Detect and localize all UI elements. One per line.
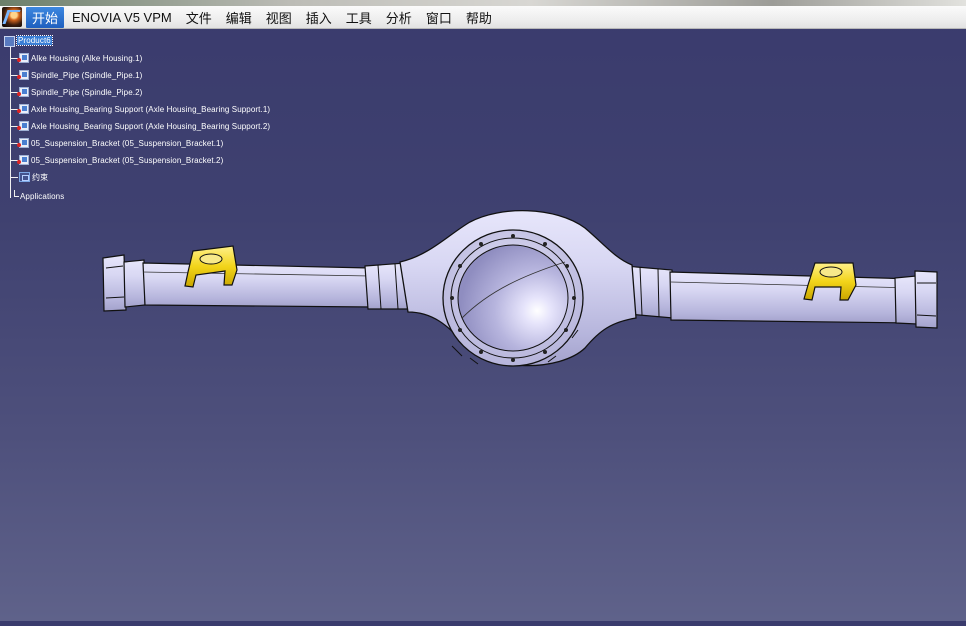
part-icon — [17, 121, 29, 131]
tree-applications-label[interactable]: Applications — [20, 192, 64, 201]
part-icon — [17, 70, 29, 80]
part-icon — [17, 87, 29, 97]
tree-node-part[interactable]: Axle Housing_Bearing Support (Axle Housi… — [6, 120, 270, 132]
tree-node-label[interactable]: Spindle_Pipe (Spindle_Pipe.1) — [31, 71, 142, 80]
menu-bar: 开始 ENOVIA V5 VPM 文件 编辑 视图 插入 工具 分析 窗口 帮助 — [0, 6, 966, 29]
tree-node-part[interactable]: Spindle_Pipe (Spindle_Pipe.1) — [6, 69, 142, 81]
right-spindle-pipe — [669, 271, 916, 324]
part-icon — [17, 138, 29, 148]
menu-tools[interactable]: 工具 — [340, 7, 378, 28]
tree-node-part[interactable]: Spindle_Pipe (Spindle_Pipe.2) — [6, 86, 142, 98]
axle-housing-center — [399, 210, 637, 367]
tree-node-label[interactable]: Axle Housing_Bearing Support (Axle Housi… — [31, 122, 270, 131]
menu-edit[interactable]: 编辑 — [220, 7, 258, 28]
menu-enovia[interactable]: ENOVIA V5 VPM — [66, 9, 178, 26]
tree-node-label[interactable]: Spindle_Pipe (Spindle_Pipe.2) — [31, 88, 142, 97]
part-icon — [17, 53, 29, 63]
menu-help[interactable]: 帮助 — [460, 7, 498, 28]
tree-node-label[interactable]: 05_Suspension_Bracket (05_Suspension_Bra… — [31, 139, 223, 148]
left-spindle-pipe — [142, 262, 373, 308]
tree-branch-corner — [14, 189, 19, 197]
tree-node-root[interactable]: Product6 — [4, 34, 53, 47]
menu-start[interactable]: 开始 — [26, 6, 65, 28]
tree-node-label[interactable]: 05_Suspension_Bracket (05_Suspension_Bra… — [31, 156, 223, 165]
part-icon — [17, 155, 29, 165]
tree-node-part[interactable]: 05_Suspension_Bracket (05_Suspension_Bra… — [6, 154, 223, 166]
tree-root-label[interactable]: Product6 — [16, 34, 53, 46]
menu-file[interactable]: 文件 — [180, 7, 218, 28]
catia-logo-icon[interactable] — [2, 7, 22, 27]
tree-node-label[interactable]: Alke Housing (Alke Housing.1) — [31, 54, 142, 63]
part-icon — [17, 104, 29, 114]
tree-node-part[interactable]: Axle Housing_Bearing Support (Axle Housi… — [6, 103, 270, 115]
tree-node-part[interactable]: 05_Suspension_Bracket (05_Suspension_Bra… — [6, 137, 223, 149]
tree-constraints-label[interactable]: 约束 — [32, 172, 48, 183]
menu-insert[interactable]: 插入 — [300, 7, 338, 28]
tree-node-constraints[interactable]: 约束 — [6, 171, 48, 183]
tree-node-label[interactable]: Axle Housing_Bearing Support (Axle Housi… — [31, 105, 270, 114]
right-end-flange — [894, 270, 938, 329]
left-end-flange — [102, 254, 146, 312]
menu-analyze[interactable]: 分析 — [380, 7, 418, 28]
tree-node-applications[interactable]: Applications — [14, 189, 64, 202]
product-icon — [4, 35, 15, 47]
menu-view[interactable]: 视图 — [260, 7, 298, 28]
tree-node-part[interactable]: Alke Housing (Alke Housing.1) — [6, 52, 142, 64]
menu-window[interactable]: 窗口 — [420, 7, 458, 28]
constraints-icon — [19, 172, 30, 182]
specification-tree: Product6 Alke Housing (Alke Housing.1) S… — [4, 30, 304, 210]
